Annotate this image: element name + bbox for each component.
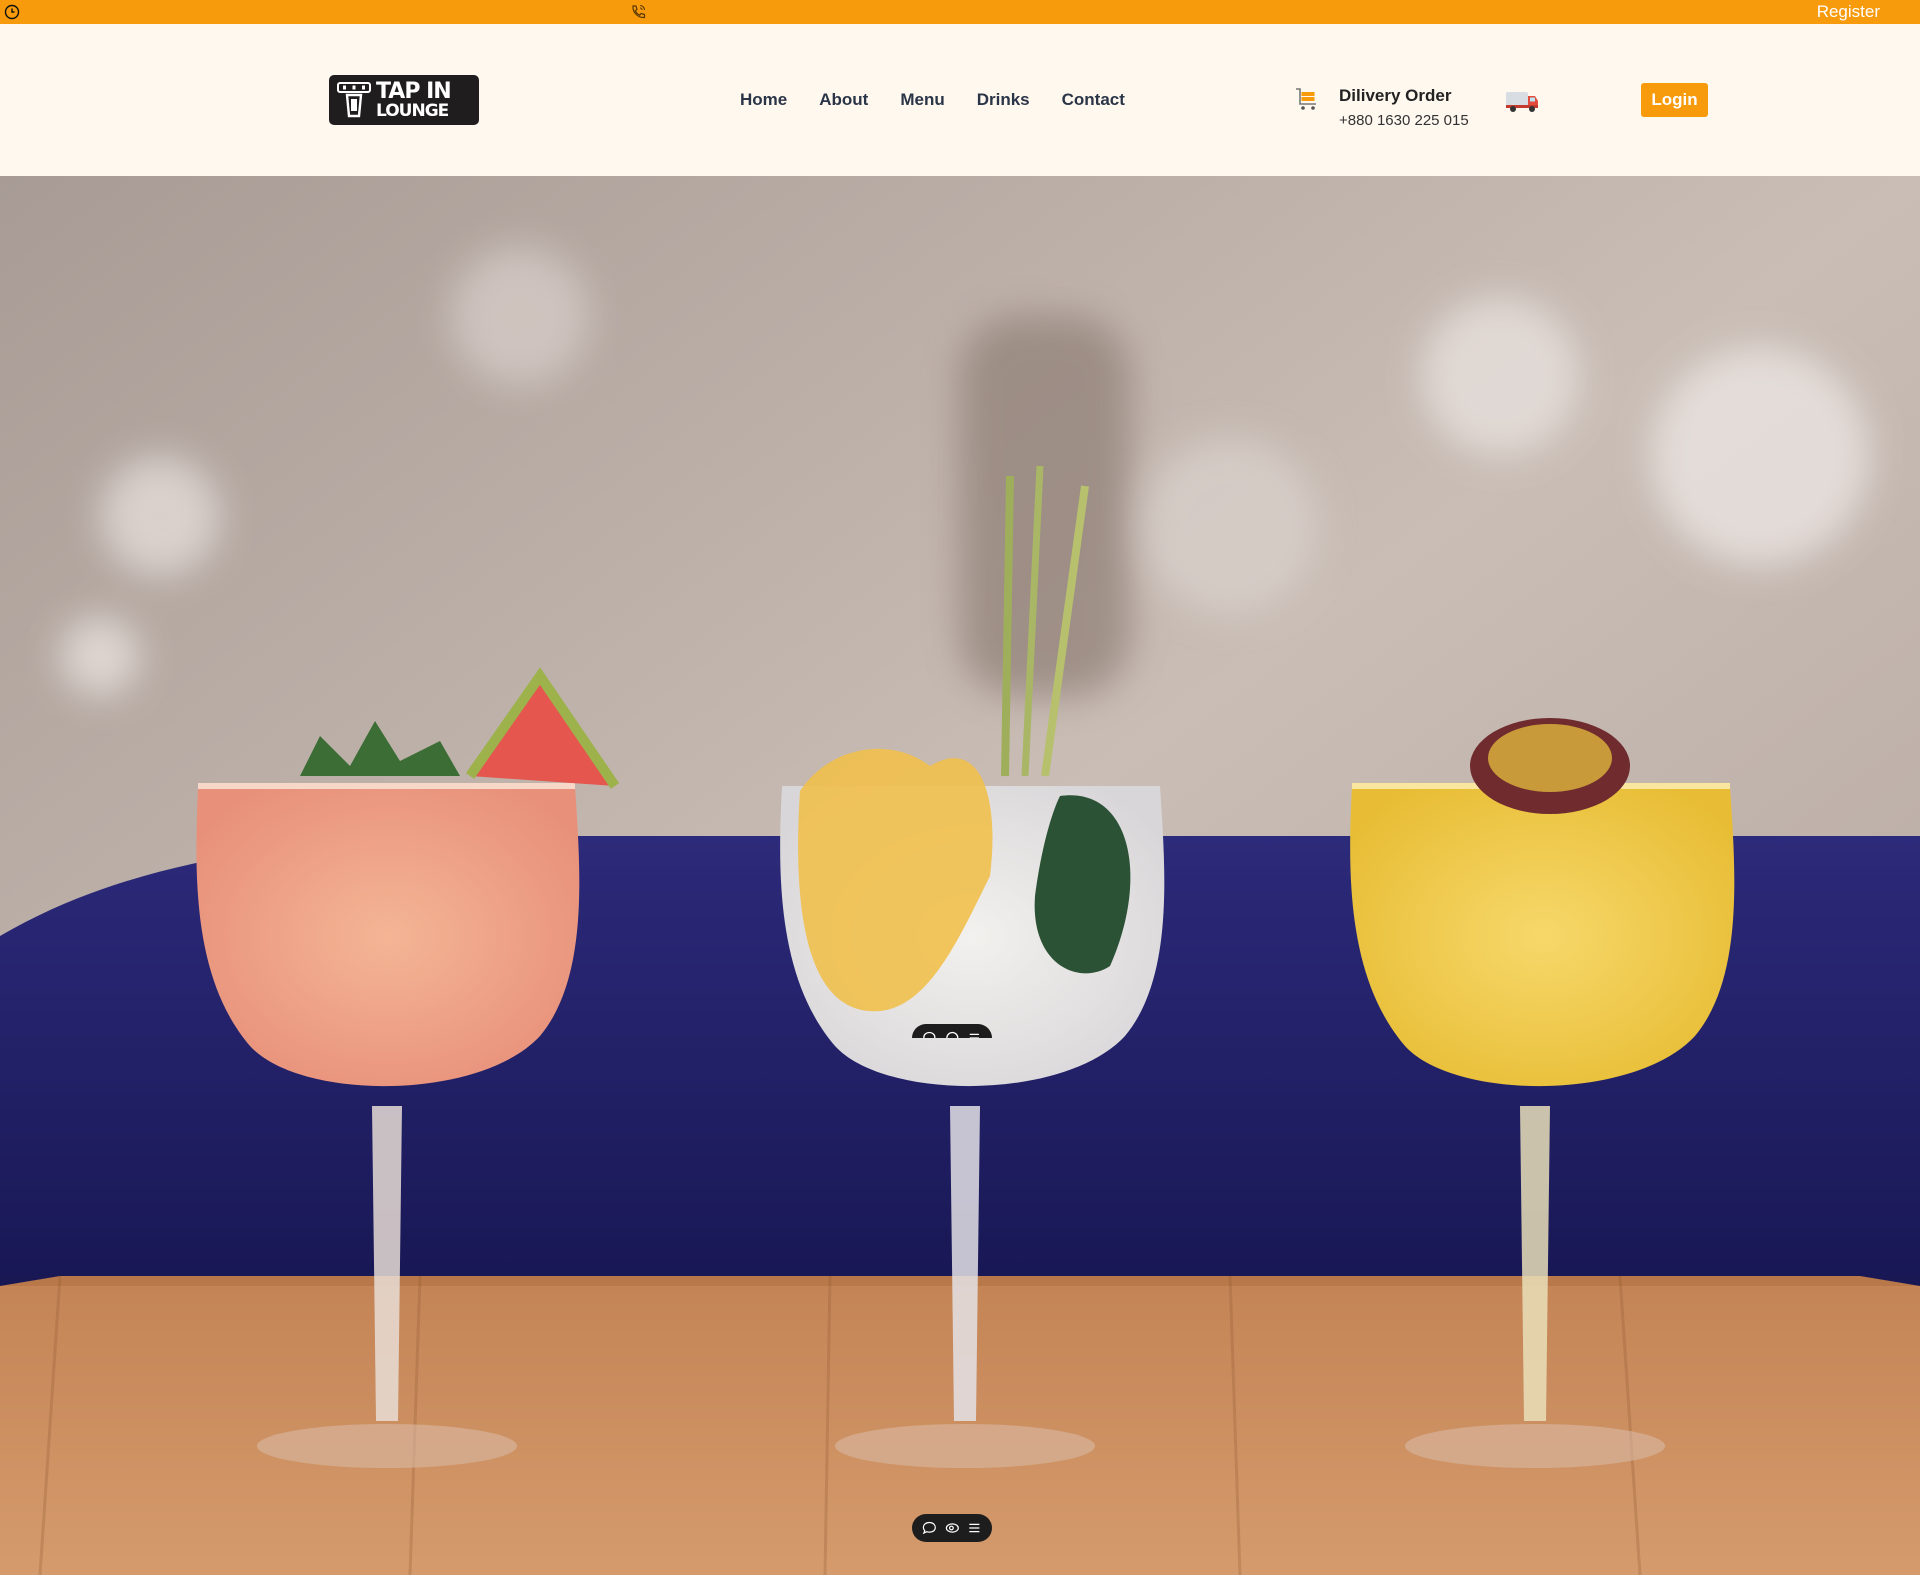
- shopping-cart-icon[interactable]: [1294, 86, 1320, 112]
- hero-image: [0, 176, 1920, 1575]
- phone-icon: [632, 4, 646, 19]
- delivery-phone-number[interactable]: +880 1630 225 015: [1339, 112, 1469, 129]
- clock-icon: [4, 4, 20, 20]
- login-button[interactable]: Login: [1641, 83, 1708, 117]
- site-logo[interactable]: TAP IN LOUNGE: [330, 76, 478, 124]
- site-header: TAP IN LOUNGE Home About Menu Drinks Con…: [0, 24, 1920, 176]
- logo-text-line2: LOUNGE: [376, 101, 449, 121]
- list-icon[interactable]: [967, 1520, 982, 1536]
- comment-icon[interactable]: [922, 1520, 937, 1536]
- register-link[interactable]: Register: [1817, 2, 1880, 22]
- nav-drinks[interactable]: Drinks: [977, 90, 1030, 110]
- delivery-order-title: Dilivery Order: [1339, 86, 1452, 105]
- main-nav: Home About Menu Drinks Contact: [740, 90, 1125, 110]
- nav-contact[interactable]: Contact: [1062, 90, 1125, 110]
- floating-toolbar: [912, 1514, 992, 1542]
- top-bar: Register: [0, 0, 1920, 24]
- cocktails-photo: [0, 176, 1920, 1575]
- nav-about[interactable]: About: [819, 90, 868, 110]
- comment-icon: [923, 1031, 936, 1038]
- delivery-truck-icon: [1506, 92, 1538, 112]
- floating-toolbar-partial: [912, 1024, 992, 1038]
- list-icon: [970, 1033, 980, 1038]
- logo-text-line1: TAP IN: [376, 79, 452, 104]
- nav-menu[interactable]: Menu: [900, 90, 944, 110]
- beer-tap-logo-icon: [337, 82, 371, 118]
- view-icon[interactable]: [945, 1520, 960, 1536]
- nav-home[interactable]: Home: [740, 90, 787, 110]
- view-icon: [945, 1031, 959, 1038]
